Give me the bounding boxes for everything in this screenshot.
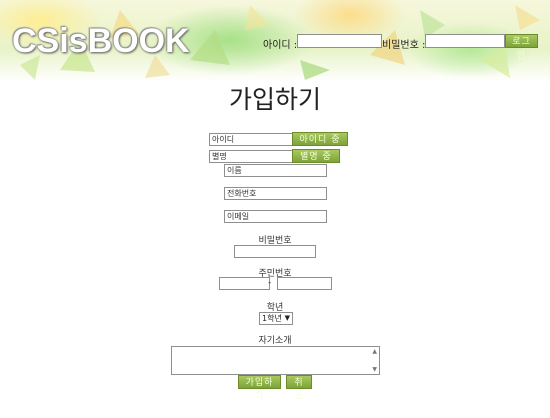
grade-select[interactable]: 1학년 ▼ (259, 312, 293, 325)
id-check-button[interactable]: 아이디 중복 (292, 132, 348, 159)
resident-number-separator: - (268, 278, 272, 288)
resident-number-back-input[interactable] (277, 277, 332, 290)
header-password-label: 비밀번호 : (382, 40, 426, 51)
header-banner: CSisBOOK 아이디 : 비밀번호 : 로그인 (0, 0, 550, 82)
chevron-down-icon: ▼ (284, 314, 290, 322)
scroll-down-icon[interactable]: ▼ (372, 366, 377, 373)
header-password-input[interactable] (425, 34, 505, 48)
intro-label: 자기소개 (258, 336, 292, 346)
nickname-input[interactable]: 별명 (209, 150, 293, 163)
login-button[interactable]: 로그인 (505, 34, 538, 61)
page-title: 가입하기 (228, 85, 321, 114)
name-input[interactable]: 이름 (224, 164, 327, 177)
scroll-up-icon[interactable]: ▲ (372, 348, 377, 355)
grade-select-value: 1학년 (262, 314, 282, 323)
cancel-button[interactable]: 취소 (286, 375, 312, 402)
phone-input[interactable]: 전화번호 (224, 187, 327, 200)
header-id-label: 아이디 : (263, 40, 298, 51)
email-input[interactable]: 이메일 (224, 210, 327, 223)
header-id-input[interactable] (297, 34, 382, 48)
password-input[interactable] (234, 245, 316, 258)
site-logo[interactable]: CSisBOOK (12, 22, 190, 61)
resident-number-front-input[interactable] (219, 277, 270, 290)
submit-button[interactable]: 가입하기 (238, 375, 281, 402)
nickname-check-button[interactable]: 별명 중복 (292, 149, 340, 176)
intro-textarea[interactable]: ▲ ▼ (171, 346, 380, 375)
id-input[interactable]: 아이디 (209, 133, 293, 146)
